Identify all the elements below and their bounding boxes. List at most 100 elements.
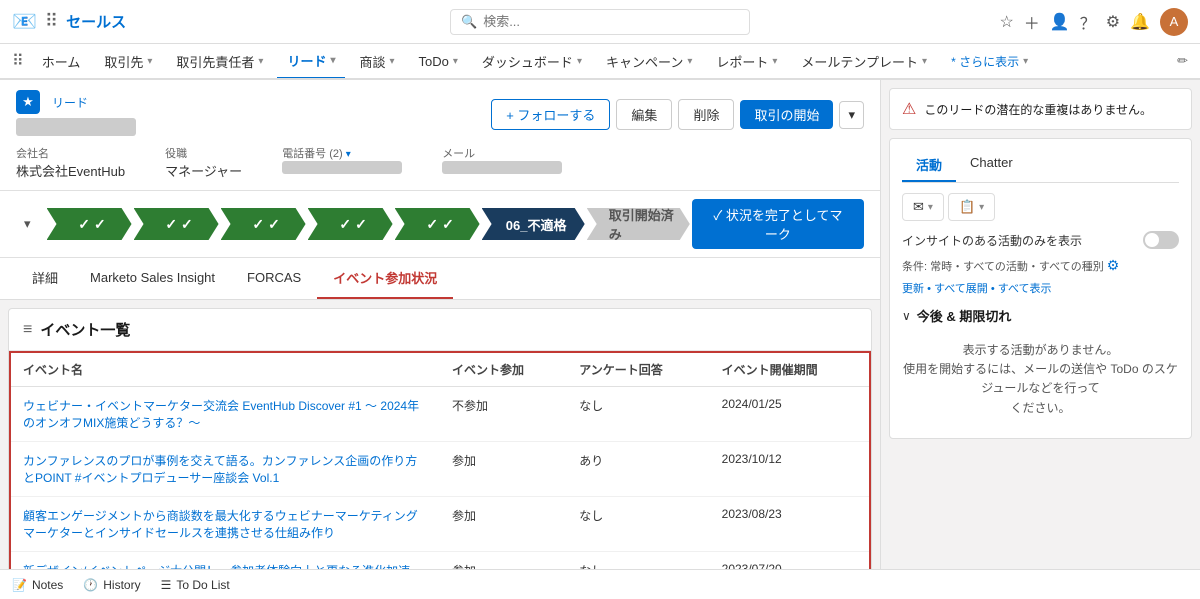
history-tab[interactable]: 🕐 History	[83, 578, 140, 592]
chevron-icon: ▾	[147, 56, 152, 67]
tab-forcas[interactable]: FORCAS	[231, 260, 317, 297]
chevron-icon: ▾	[330, 55, 335, 66]
star-icon[interactable]: ☆	[999, 12, 1013, 32]
stage-7[interactable]: 取引開始済み	[587, 208, 690, 240]
gear-settings-icon[interactable]: ⚙	[1107, 257, 1120, 273]
section-toggle-icon[interactable]: ∨	[902, 309, 911, 323]
participation-cell: 参加	[440, 497, 567, 552]
stage-3[interactable]: ✓	[221, 208, 306, 240]
lead-info: ★ リード	[16, 90, 136, 139]
show-all-link[interactable]: すべて表示	[998, 283, 1052, 295]
nav-label-more: * さらに表示	[951, 53, 1019, 70]
insight-toggle[interactable]	[1143, 231, 1179, 249]
event-link[interactable]: ウェビナー・イベントマーケター交流会 EventHub Discover #1 …	[23, 399, 419, 430]
activity-btn-row: ✉ ▾ 📋 ▾	[902, 193, 1179, 221]
chevron-icon: ▾	[258, 56, 263, 67]
gear-icon[interactable]: ⚙	[1106, 12, 1120, 32]
lead-breadcrumb[interactable]: リード	[52, 94, 88, 111]
event-name-cell: 顧客エンゲージメントから商談数を最大化するウェビナーマーケティング マーケターと…	[10, 497, 440, 552]
stage-4[interactable]: ✓	[308, 208, 393, 240]
event-name-cell: ウェビナー・イベントマーケター交流会 EventHub Discover #1 …	[10, 387, 440, 442]
table-row: 顧客エンゲージメントから商談数を最大化するウェビナーマーケティング マーケターと…	[10, 497, 870, 552]
role-field: 役職 マネージャー	[165, 145, 242, 180]
nav-item-todo[interactable]: ToDo ▾	[409, 44, 468, 79]
calendar-icon: 📋	[959, 199, 975, 215]
nav-label-contacts: 取引先責任者	[176, 52, 254, 71]
main-navigation: ⠿ ホーム 取引先 ▾ 取引先責任者 ▾ リード ▾ 商談 ▾ ToDo ▾ ダ…	[0, 44, 1200, 80]
email-btn[interactable]: ✉ ▾	[902, 193, 944, 221]
grid-icon[interactable]: ⠿	[12, 51, 24, 71]
event-link[interactable]: カンファレンスのプロが事例を交えて語る。カンファレンス企画の作り方とPOINT …	[23, 454, 417, 485]
chevron-icon: ▾	[390, 56, 395, 67]
nav-item-accounts[interactable]: 取引先 ▾	[94, 44, 162, 79]
schedule-btn[interactable]: 📋 ▾	[948, 193, 995, 221]
nav-label-email-template: メールテンプレート	[801, 52, 918, 71]
period-cell: 2024/01/25	[710, 387, 870, 442]
search-input[interactable]	[483, 14, 739, 29]
update-link[interactable]: 更新	[902, 283, 924, 295]
phone-field: 電話番号 (2) ▾	[282, 145, 402, 180]
stage-1[interactable]: ✓	[47, 208, 132, 240]
todo-tab[interactable]: ☰ To Do List	[161, 578, 230, 592]
history-icon: 🕐	[83, 578, 98, 592]
lead-icon: ★	[16, 90, 40, 114]
avatar[interactable]: A	[1160, 8, 1188, 36]
help-icon[interactable]: ？	[1080, 10, 1096, 34]
alert-icon: ⚠	[902, 99, 916, 119]
stage-dropdown-icon[interactable]: ▾	[16, 216, 39, 232]
phone-value-blurred	[282, 161, 402, 174]
app-launcher[interactable]: ⠿	[45, 11, 58, 32]
nav-item-leads[interactable]: リード ▾	[277, 44, 345, 79]
top-navigation: 📧 ⠿ セールス 🔍 ☆ ＋ 👤 ？ ⚙ 🔔 A	[0, 0, 1200, 44]
add-icon[interactable]: ＋	[1024, 10, 1040, 34]
stage-6[interactable]: 06_不適格	[482, 208, 585, 240]
upcoming-section-title: ∨ 今後 & 期限切れ	[902, 306, 1179, 325]
todo-label: To Do List	[176, 578, 229, 592]
expand-all-link[interactable]: すべて展開	[934, 283, 988, 295]
follow-button[interactable]: + フォローする	[491, 99, 610, 130]
sidebar: ⚠ このリードの潜在的な重複はありません。 活動 Chatter ✉ ▾ 📋 ▾	[880, 80, 1200, 599]
notes-tab[interactable]: 📝 Notes	[12, 578, 63, 592]
app-name: セールス	[66, 11, 126, 32]
nav-edit-icon[interactable]: ✏	[1177, 53, 1188, 69]
nav-item-opportunities[interactable]: 商談 ▾	[349, 44, 404, 79]
search-bar[interactable]: 🔍	[450, 9, 750, 35]
tabs-row: 詳細 Marketo Sales Insight FORCAS イベント参加状況	[0, 258, 880, 300]
start-deal-button[interactable]: 取引の開始	[740, 100, 833, 129]
nav-item-dashboard[interactable]: ダッシュボード ▾	[472, 44, 592, 79]
nav-item-contacts[interactable]: 取引先責任者 ▾	[166, 44, 273, 79]
nav-item-email-template[interactable]: メールテンプレート ▾	[791, 44, 937, 79]
nav-item-home[interactable]: ホーム	[32, 44, 91, 79]
edit-button[interactable]: 編集	[616, 99, 672, 130]
bell-icon[interactable]: 🔔	[1130, 12, 1150, 32]
more-actions-button[interactable]: ▾	[839, 101, 864, 129]
nav-item-report[interactable]: レポート ▾	[706, 44, 787, 79]
chevron-icon: ▾	[979, 202, 984, 213]
tab-marketo[interactable]: Marketo Sales Insight	[74, 260, 231, 297]
content-area: ★ リード + フォローする 編集 削除 取引の開始 ▾ 会社名	[0, 80, 1200, 599]
stage-2[interactable]: ✓	[134, 208, 219, 240]
survey-cell: なし	[567, 497, 709, 552]
col-survey: アンケート回答	[567, 352, 709, 387]
stage-5[interactable]: ✓	[395, 208, 480, 240]
activity-tab-chatter[interactable]: Chatter	[956, 149, 1027, 182]
nav-label-accounts: 取引先	[104, 52, 143, 71]
nav-item-campaign[interactable]: キャンペーン ▾	[596, 44, 702, 79]
insight-label: インサイトのある活動のみを表示	[902, 232, 1082, 249]
people-icon[interactable]: 👤	[1050, 12, 1070, 32]
chevron-down-icon[interactable]: ▾	[346, 149, 351, 160]
chevron-icon: ▾	[687, 56, 692, 67]
tab-events[interactable]: イベント参加状況	[317, 258, 453, 299]
nav-item-more[interactable]: * さらに表示 ▾	[941, 44, 1038, 79]
nav-label-opportunities: 商談	[359, 52, 385, 71]
event-link[interactable]: 顧客エンゲージメントから商談数を最大化するウェビナーマーケティング マーケターと…	[23, 509, 430, 540]
nav-label-todo: ToDo	[419, 54, 449, 69]
delete-button[interactable]: 削除	[678, 99, 734, 130]
period-cell: 2023/08/23	[710, 497, 870, 552]
activity-tab-activity[interactable]: 活動	[902, 149, 956, 182]
email-field: メール	[442, 145, 562, 180]
tab-detail[interactable]: 詳細	[16, 258, 74, 299]
mark-complete-button[interactable]: ✓ 状況を完了としてマーク	[692, 199, 864, 249]
list-icon: ≡	[23, 321, 32, 339]
table-row: ウェビナー・イベントマーケター交流会 EventHub Discover #1 …	[10, 387, 870, 442]
